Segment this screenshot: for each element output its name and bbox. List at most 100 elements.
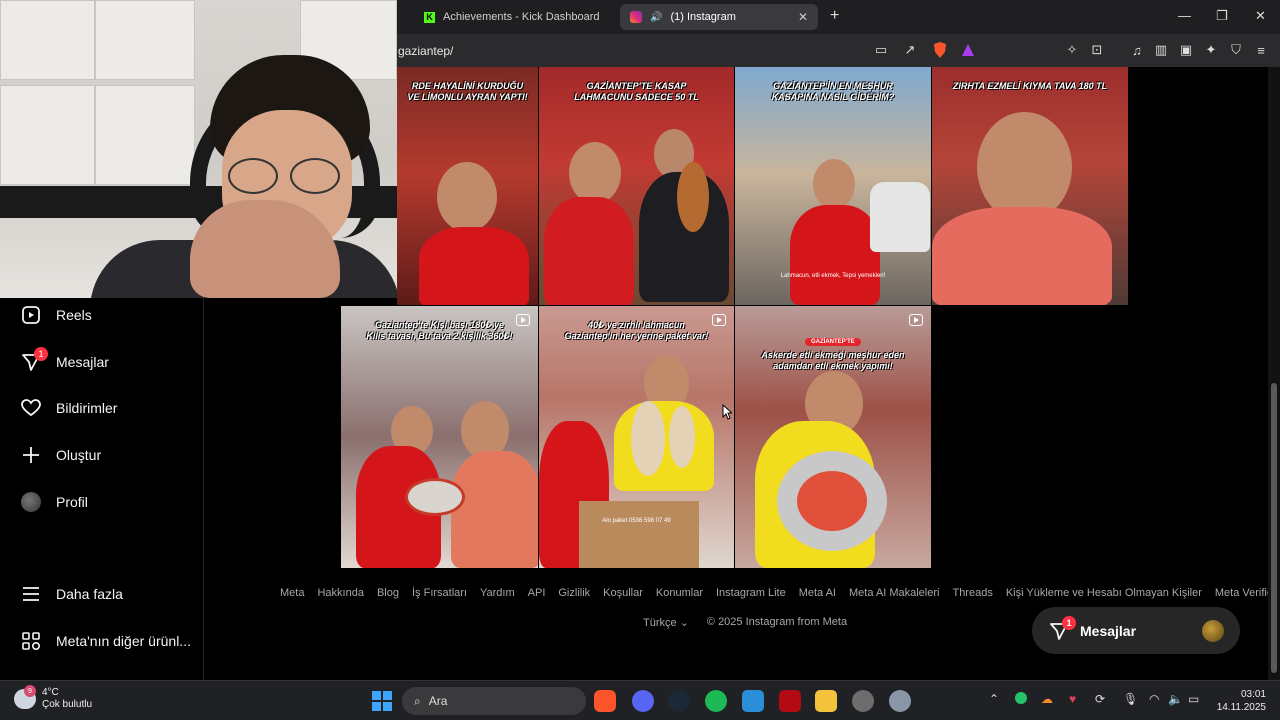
search-placeholder: Ara [428, 694, 448, 708]
box-image [579, 501, 699, 568]
weather-badge: 9 [24, 685, 36, 697]
sidebar-item-reels[interactable]: Reels [0, 295, 204, 335]
battery-icon[interactable]: ▭ [1188, 692, 1199, 706]
sidebar-item-label: Bildirimler [56, 400, 118, 416]
wallet-icon[interactable]: ▣ [1178, 42, 1194, 58]
photos-icon[interactable] [742, 690, 764, 712]
speaker-icon[interactable]: 🔊 [650, 12, 662, 23]
menu-icon [20, 583, 42, 605]
footer-link[interactable]: Koşullar [603, 587, 643, 599]
chevron-up-icon[interactable]: ⌃ [989, 692, 999, 706]
footer-link[interactable]: Blog [377, 587, 399, 599]
post-4[interactable]: ZIRHTA EZMELİ KIYMA TAVA 180 TL [932, 67, 1128, 305]
spotify-icon[interactable] [705, 690, 727, 712]
footer-link[interactable]: Meta AI Makaleleri [849, 587, 939, 599]
footer-link[interactable]: API [528, 587, 546, 599]
post-6[interactable]: 40₺ ye zırhlı lahmacun Gaziantep'in her … [539, 306, 734, 568]
weather-temp: 4°C [42, 687, 59, 698]
footer-link[interactable]: Meta AI [799, 587, 836, 599]
share-icon[interactable]: ↗ [902, 42, 918, 58]
footer-link[interactable]: Gizlilik [558, 587, 590, 599]
restore-icon[interactable]: ❐ [1216, 8, 1228, 24]
footer-link[interactable]: Instagram Lite [716, 587, 786, 599]
post-3[interactable]: GAZİANTEP'İN EN MEŞHUR KASAPINA NASIL Gİ… [735, 67, 931, 305]
settings-icon[interactable] [889, 690, 911, 712]
brave-icon[interactable] [594, 690, 616, 712]
sidebar-item-profile[interactable]: Profil [0, 482, 204, 522]
cloud-tray-icon[interactable]: ☁ [1041, 692, 1053, 706]
discord-icon[interactable] [632, 690, 654, 712]
sidebar-toggle-icon[interactable]: ▥ [1153, 42, 1169, 58]
file-explorer-icon[interactable] [815, 690, 837, 712]
meta-apps-icon [20, 630, 42, 652]
sidebar-item-label: Oluştur [56, 447, 102, 463]
volume-icon[interactable]: 🔈 [1168, 692, 1183, 706]
vpn-icon[interactable]: ⛉ [1228, 42, 1244, 58]
windows-start-icon[interactable] [372, 691, 392, 711]
tab-kick-dashboard[interactable]: K Achievements - Kick Dashboard [414, 4, 614, 30]
post-tag: GAZİANTEP'TE [805, 338, 861, 346]
new-tab-button[interactable]: + [830, 7, 839, 25]
post-caption: Askerde etli ekmeği meşhur eden adamdan … [761, 350, 905, 372]
glasses-image [228, 158, 348, 198]
menu-icon[interactable]: ≡ [1253, 42, 1269, 58]
netflix-icon[interactable] [779, 690, 801, 712]
sync-icon[interactable]: ⟳ [1095, 692, 1105, 706]
footer-link[interactable]: Yardım [480, 587, 515, 599]
wifi-icon[interactable]: ◠ [1149, 692, 1159, 706]
floating-messages-button[interactable]: 1 Mesajlar [1032, 607, 1240, 654]
sidebar-item-meta-products[interactable]: Meta'nın diğer ürünl... [0, 621, 204, 661]
footer-link[interactable]: Threads [952, 587, 992, 599]
person-figure [451, 451, 538, 568]
reel-icon [909, 314, 923, 326]
weather-widget[interactable]: 9 4°C Çok bulutlu [14, 685, 92, 711]
sidebar-item-create[interactable]: Oluştur [0, 435, 204, 475]
brave-shield-icon[interactable] [932, 42, 948, 58]
copyright: © 2025 Instagram from Meta [706, 616, 848, 628]
close-window-icon[interactable]: ✕ [1255, 8, 1266, 24]
sidebar-item-more[interactable]: Daha fazla [0, 574, 204, 614]
page-scrollbar[interactable] [1268, 67, 1280, 680]
screenshot-icon[interactable]: ⊡ [1089, 42, 1105, 58]
leo-ai-icon[interactable]: ✦ [1203, 42, 1219, 58]
scrollbar-thumb[interactable] [1271, 383, 1277, 673]
taskbar-search[interactable]: ⌕ Ara [402, 687, 586, 715]
media-icon[interactable]: ♫ [1129, 42, 1145, 58]
chevron-down-icon: ⌄ [679, 617, 689, 629]
person-figure [544, 197, 634, 305]
cast-icon[interactable]: ▭ [873, 42, 889, 58]
sidebar-item-label: Meta'nın diğer ürünl... [56, 633, 191, 649]
cabinet-panel [95, 85, 195, 185]
sidebar-item-messages[interactable]: 1 Mesajlar [0, 342, 204, 382]
language-select[interactable]: Türkçe ⌄ [643, 616, 689, 629]
footer-link[interactable]: Hakkında [317, 587, 363, 599]
footer-links: Meta Hakkında Blog İş Fırsatları Yardım … [280, 587, 1279, 599]
app-tray-icon[interactable] [1015, 692, 1027, 704]
post-1[interactable]: RDE HAYALİNİ KURDUĞU VE LİMONLU AYRAN YA… [397, 67, 538, 305]
post-7[interactable]: GAZİANTEP'TE Askerde etli ekmeği meşhur … [735, 306, 931, 568]
sidebar-item-notifications[interactable]: Bildirimler [0, 388, 204, 428]
steam-icon[interactable] [668, 690, 690, 712]
post-5[interactable]: Gaziantep'te Kişi başı 180₺ ye Kilis tav… [341, 306, 538, 568]
post-2[interactable]: GAZİANTEP'TE KASAP LAHMACUNU SADECE 50 T… [539, 67, 734, 305]
footer-link[interactable]: İş Fırsatları [412, 587, 467, 599]
app-tray-icon[interactable]: ♥ [1069, 692, 1076, 706]
instagram-sidebar: Reels 1 Mesajlar Bildirimler Oluştur Pro… [0, 298, 204, 680]
messenger-icon: 1 [20, 347, 48, 373]
person-figure [790, 205, 880, 305]
footer-link[interactable]: Kişi Yükleme ve Hesabı Olmayan Kişiler [1006, 587, 1202, 599]
footer-link[interactable]: Konumlar [656, 587, 703, 599]
tab-instagram[interactable]: 🔊 (1) Instagram ✕ [620, 4, 818, 30]
microphone-icon[interactable]: 🎙 [1123, 692, 1138, 706]
sidebar-item-label: Reels [56, 307, 92, 323]
webcam-overlay [0, 0, 397, 298]
extensions-icon[interactable]: ✧ [1064, 42, 1080, 58]
plus-icon [20, 444, 42, 466]
obs-icon[interactable] [852, 690, 874, 712]
minimize-icon[interactable]: — [1178, 8, 1191, 23]
taskbar-clock[interactable]: 03:01 14.11.2025 [1212, 688, 1266, 714]
url-text[interactable]: gaziantep/ [398, 44, 453, 58]
close-tab-icon[interactable]: ✕ [798, 10, 808, 24]
brave-rewards-icon[interactable] [960, 42, 976, 58]
footer-link[interactable]: Meta [280, 587, 304, 599]
